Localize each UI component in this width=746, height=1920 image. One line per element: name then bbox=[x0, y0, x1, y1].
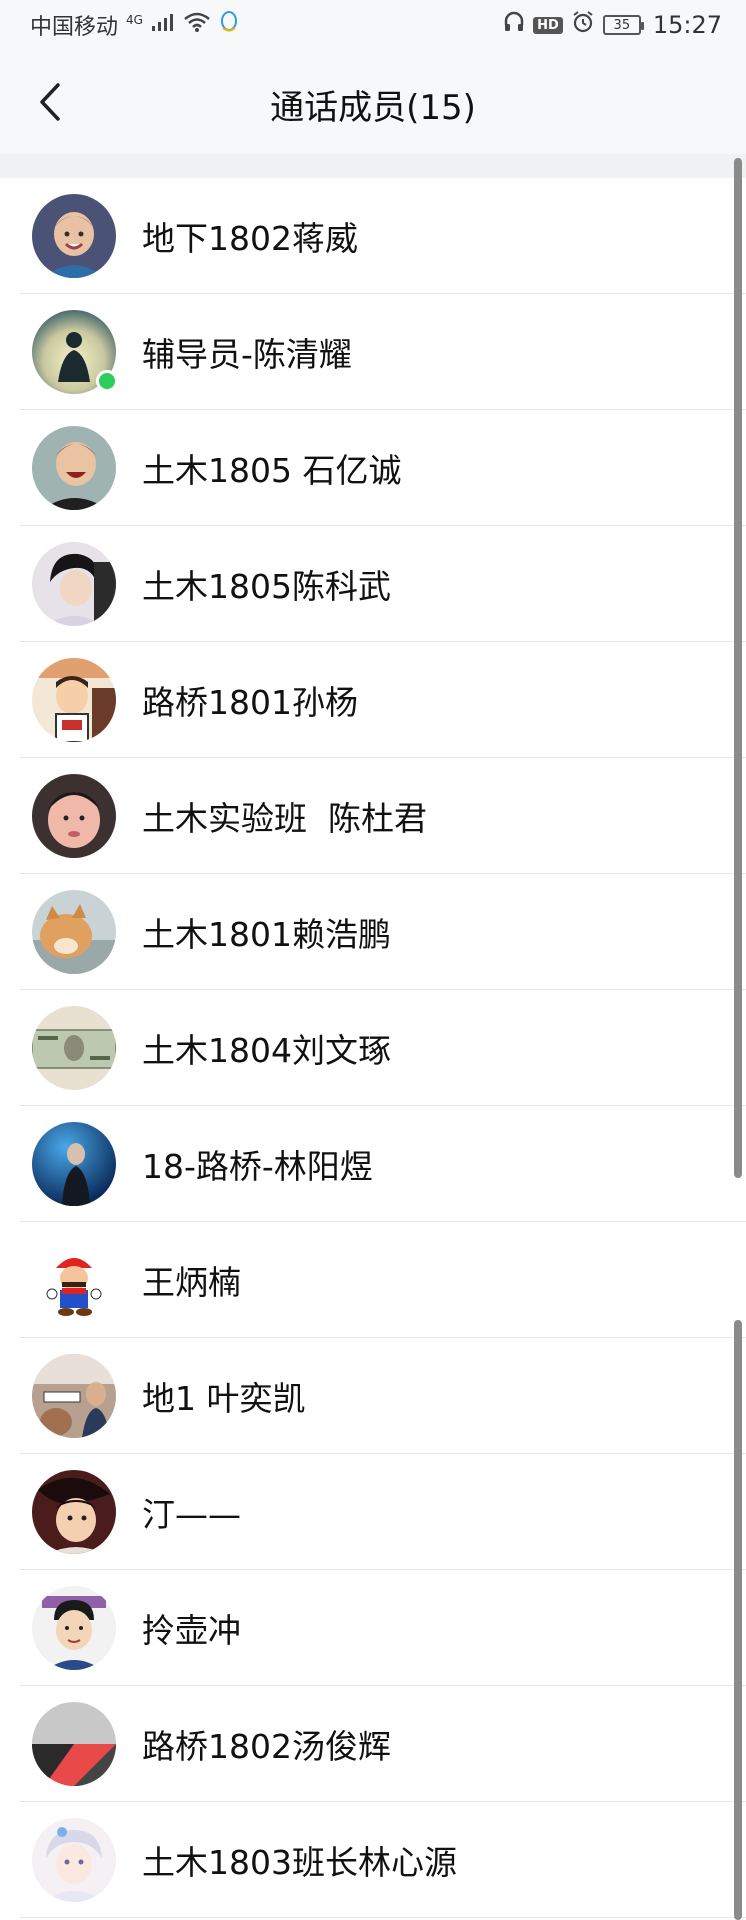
member-name: 土木1803班长林心源 bbox=[142, 1843, 457, 1882]
member-list-item[interactable]: 拎壶冲 bbox=[0, 1570, 746, 1686]
avatar bbox=[32, 1818, 116, 1902]
member-name: 汀—— bbox=[142, 1495, 241, 1534]
avatar bbox=[32, 310, 118, 394]
member-name: 土木1805 石亿诚 bbox=[142, 451, 402, 490]
alarm-icon bbox=[571, 10, 595, 40]
member-list-item[interactable]: 路桥1801孙杨 bbox=[0, 642, 746, 758]
member-list-item[interactable]: 地1 叶奕凯 bbox=[0, 1338, 746, 1454]
member-name: 辅导员-陈清耀 bbox=[142, 335, 352, 374]
member-list-item[interactable]: 土木实验班 陈杜君 bbox=[0, 758, 746, 874]
member-list-item[interactable]: 18-路桥-林阳煜 bbox=[0, 1106, 746, 1222]
member-name: 土木1804刘文琢 bbox=[142, 1031, 391, 1070]
member-list: 地下1802蒋威 辅导员-陈清耀 土木1805 石亿诚 土木1805陈科武 路桥… bbox=[0, 178, 746, 1918]
member-name: 土木1801赖浩鹏 bbox=[142, 915, 391, 954]
member-name: 土木1805陈科武 bbox=[142, 567, 391, 606]
scrollbar-track-lower[interactable] bbox=[734, 1320, 742, 1920]
member-name: 18-路桥-林阳煜 bbox=[142, 1147, 373, 1186]
page-title: 通话成员(15) bbox=[270, 88, 476, 128]
header-spacer bbox=[0, 154, 746, 178]
carrier-label: 中国移动 bbox=[30, 15, 119, 40]
avatar bbox=[32, 1238, 116, 1322]
network-type-label: 4G bbox=[126, 13, 143, 27]
avatar bbox=[32, 1354, 116, 1438]
navigation-bar: 通话成员(15) bbox=[0, 50, 746, 154]
hd-badge: HD bbox=[533, 16, 563, 34]
member-list-item[interactable]: 土木1804刘文琢 bbox=[0, 990, 746, 1106]
member-name: 地下1802蒋威 bbox=[142, 219, 358, 258]
scrollbar-track-upper[interactable] bbox=[734, 158, 742, 1178]
member-list-item[interactable]: 路桥1802汤俊辉 bbox=[0, 1686, 746, 1802]
wifi-icon bbox=[183, 11, 211, 39]
member-name: 地1 叶奕凯 bbox=[142, 1379, 306, 1418]
avatar bbox=[32, 1702, 116, 1786]
avatar bbox=[32, 1122, 116, 1206]
status-bar: 中国移动 4G HD 35 15:27 bbox=[0, 0, 746, 50]
qq-notification-icon bbox=[219, 10, 239, 40]
clock-time: 15:27 bbox=[652, 11, 722, 39]
member-list-item[interactable]: 土木1805 石亿诚 bbox=[0, 410, 746, 526]
avatar bbox=[32, 658, 116, 742]
status-bar-right: HD 35 15:27 bbox=[503, 10, 722, 40]
member-list-item[interactable]: 辅导员-陈清耀 bbox=[0, 294, 746, 410]
member-name: 路桥1802汤俊辉 bbox=[142, 1727, 391, 1766]
member-list-item[interactable]: 土木1801赖浩鹏 bbox=[0, 874, 746, 990]
member-name: 土木实验班 陈杜君 bbox=[142, 799, 427, 838]
member-list-item[interactable]: 土木1805陈科武 bbox=[0, 526, 746, 642]
signal-icon bbox=[151, 12, 175, 38]
member-list-item[interactable]: 王炳楠 bbox=[0, 1222, 746, 1338]
avatar bbox=[32, 194, 116, 278]
member-name: 王炳楠 bbox=[142, 1263, 241, 1302]
member-name: 拎壶冲 bbox=[142, 1611, 241, 1650]
voice-active-indicator bbox=[96, 370, 118, 392]
member-list-item[interactable]: 土木1803班长林心源 bbox=[0, 1802, 746, 1918]
headphones-icon bbox=[503, 11, 525, 39]
avatar bbox=[32, 774, 116, 858]
member-list-item[interactable]: 地下1802蒋威 bbox=[0, 178, 746, 294]
avatar bbox=[32, 542, 116, 626]
avatar bbox=[32, 426, 116, 510]
avatar bbox=[32, 1586, 116, 1670]
avatar bbox=[32, 1006, 116, 1090]
member-name: 路桥1801孙杨 bbox=[142, 683, 358, 722]
avatar bbox=[32, 890, 116, 974]
status-bar-left: 中国移动 4G bbox=[30, 9, 239, 41]
battery-icon: 35 bbox=[602, 15, 644, 35]
avatar bbox=[32, 1470, 116, 1554]
member-list-item[interactable]: 汀—— bbox=[0, 1454, 746, 1570]
